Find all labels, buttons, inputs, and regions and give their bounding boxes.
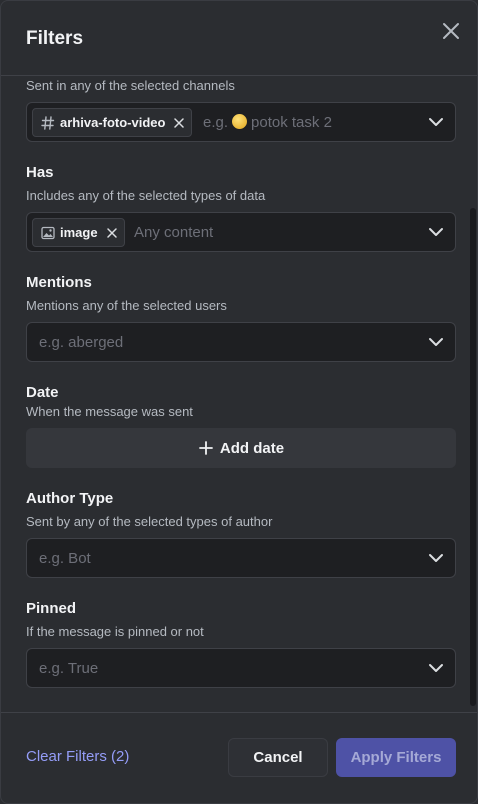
mentions-description: Mentions any of the selected users [26,298,227,313]
has-select[interactable]: image Any content [26,212,456,252]
pinned-title: Pinned [26,600,77,617]
modal-title: Filters [26,28,84,49]
date-title: Date [26,384,59,401]
has-title: Has [26,164,54,181]
close-icon [443,23,459,39]
channels-select[interactable]: arhiva-foto-video e.g. potok task 2 [26,102,456,142]
author-type-title: Author Type [26,490,114,507]
mentions-select[interactable]: e.g. aberged [26,322,456,362]
has-description: Includes any of the selected types of da… [26,188,266,203]
chevron-down-icon[interactable] [426,222,446,242]
author-type-placeholder: e.g. Bot [39,550,91,567]
channels-description: Sent in any of the selected channels [26,78,235,93]
chevron-down-icon[interactable] [426,112,446,132]
close-button[interactable] [439,19,463,43]
chevron-down-icon[interactable] [426,332,446,352]
cancel-button[interactable]: Cancel [228,738,328,777]
modal-footer: Clear Filters (2) Cancel Apply Filters [1,712,477,803]
emoji-icon [232,114,248,129]
modal-header: Filters [1,1,477,76]
chevron-down-icon[interactable] [426,658,446,678]
remove-has-icon[interactable] [106,227,118,239]
has-chip-label: image [60,225,98,240]
filters-modal: Filters Sent in any of the selected chan… [0,0,478,804]
pinned-placeholder: e.g. True [39,660,99,677]
clear-filters-link[interactable]: Clear Filters (2) [26,748,129,765]
channels-placeholder: e.g. potok task 2 [203,114,332,131]
remove-channel-icon[interactable] [173,117,185,129]
mentions-title: Mentions [26,274,92,291]
scrollbar-thumb[interactable] [470,208,476,706]
hash-icon [41,115,55,130]
image-icon [41,226,55,240]
has-chip[interactable]: image [32,218,125,247]
date-description: When the message was sent [26,404,193,419]
chevron-down-icon[interactable] [426,548,446,568]
channel-chip-label: arhiva-foto-video [60,115,166,130]
pinned-select[interactable]: e.g. True [26,648,456,688]
plus-icon [198,440,214,456]
apply-filters-button[interactable]: Apply Filters [336,738,456,777]
has-placeholder: Any content [134,224,214,241]
add-date-button[interactable]: Add date [26,428,456,468]
author-type-description: Sent by any of the selected types of aut… [26,514,273,529]
author-type-select[interactable]: e.g. Bot [26,538,456,578]
placeholder-prefix: e.g. [203,114,229,131]
mentions-placeholder: e.g. aberged [39,334,124,351]
channel-chip[interactable]: arhiva-foto-video [32,108,193,137]
placeholder-suffix: potok task 2 [251,114,332,131]
filters-content: Sent in any of the selected channels arh… [1,77,477,712]
add-date-label: Add date [219,439,285,457]
pinned-description: If the message is pinned or not [26,624,204,639]
